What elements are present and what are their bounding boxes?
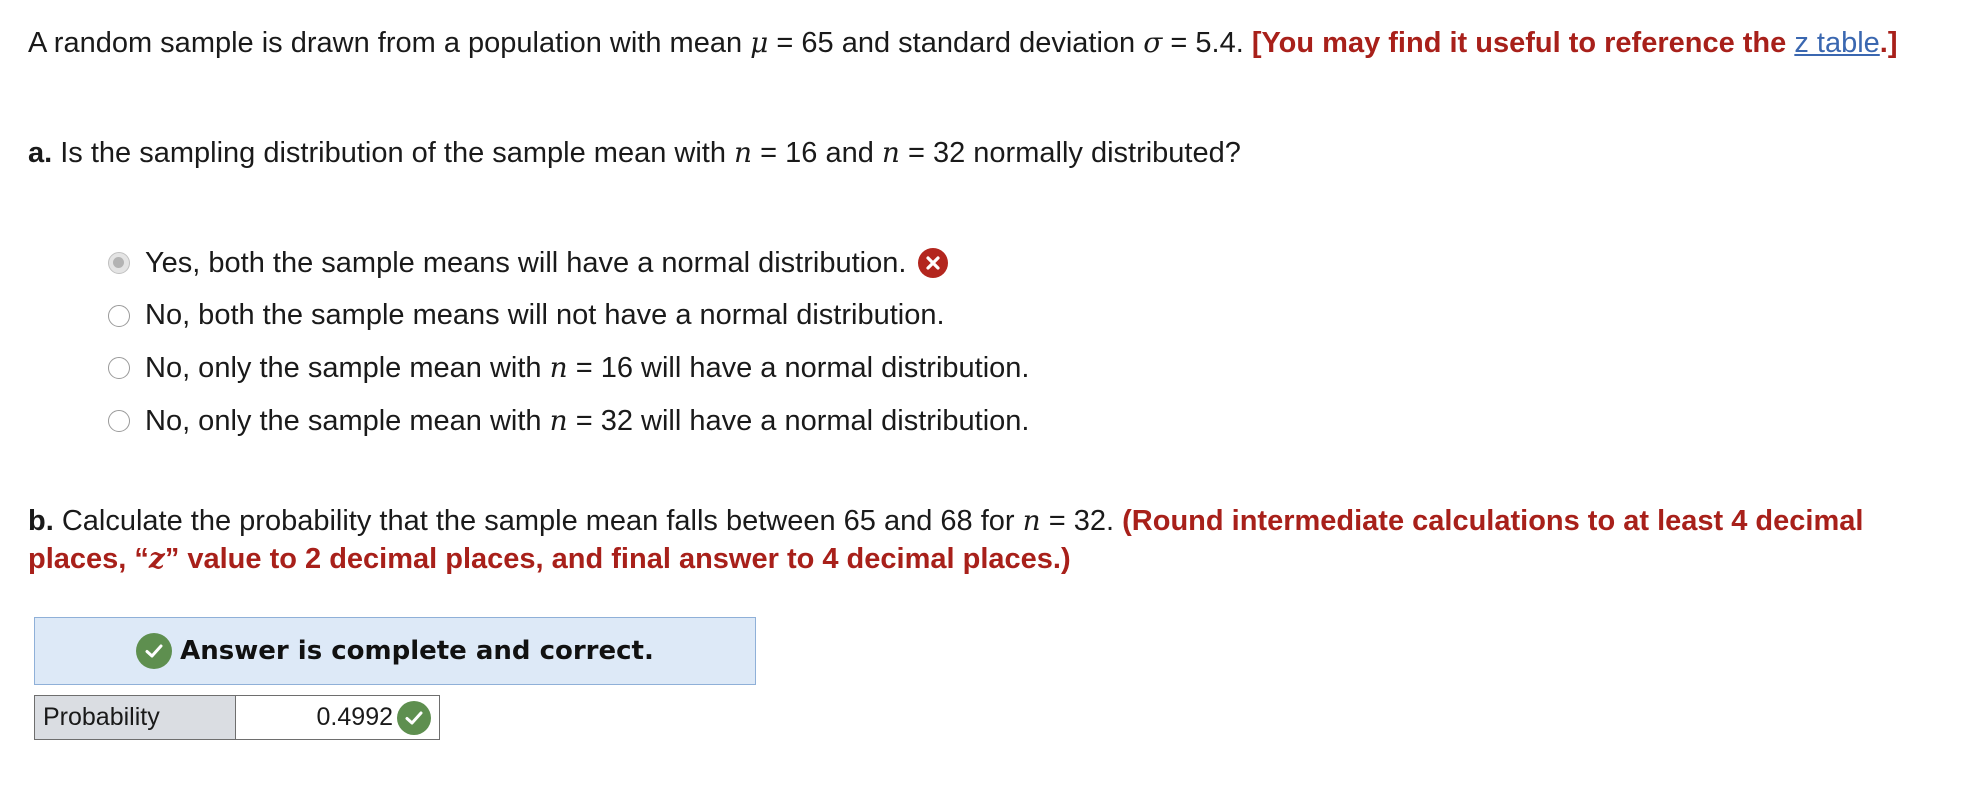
part-a-n2: = 32 normally distributed? (899, 137, 1241, 169)
part-a-text: Is the sampling distribution of the samp… (52, 137, 735, 169)
part-b-question: b. Calculate the probability that the sa… (28, 502, 1938, 578)
n-symbol: n (734, 136, 753, 169)
part-b-text: Calculate the probability that the sampl… (53, 505, 1023, 537)
probability-label: Probability (34, 695, 236, 740)
z-symbol: z (148, 542, 165, 575)
radio-button-selected[interactable] (108, 252, 130, 275)
part-b-label: b. (28, 505, 54, 537)
option-only-n32[interactable]: No, only the sample mean with n = 32 wil… (108, 395, 1208, 448)
check-circle-icon (397, 700, 431, 735)
option-only-n16[interactable]: No, only the sample mean with n = 16 wil… (108, 342, 1208, 395)
option-yes-both[interactable]: Yes, both the sample means will have a n… (108, 237, 1208, 290)
radio-button[interactable] (108, 409, 130, 432)
option-label: No, only the sample mean with n = 32 wil… (145, 403, 1030, 437)
hint-open: [You may find it useful to reference the (1251, 27, 1795, 59)
probability-value: 0.4992 (316, 703, 393, 731)
answer-table: Probability 0.4992 (34, 695, 440, 740)
n-symbol: n (549, 351, 568, 385)
option-label: No, only the sample mean with n = 16 wil… (145, 351, 1030, 385)
n-symbol: n (881, 136, 900, 169)
option-label: Yes, both the sample means will have a n… (145, 246, 907, 279)
probability-answer-cell[interactable]: 0.4992 (235, 695, 440, 740)
problem-statement: A random sample is drawn from a populati… (28, 24, 1938, 62)
hint-close: .] (1879, 27, 1898, 59)
part-b-n-value: = 32. (1040, 505, 1123, 537)
answer-status-text: Answer is complete and correct. (180, 636, 654, 666)
z-table-hint: [You may find it useful to reference the… (1252, 27, 1898, 59)
table-row: Probability 0.4992 (34, 695, 440, 740)
answer-status-banner: Answer is complete and correct. (34, 617, 756, 685)
n-symbol: n (549, 403, 568, 437)
option-no-both[interactable]: No, both the sample means will not have … (108, 290, 1208, 343)
option-label: No, both the sample means will not have … (145, 299, 945, 332)
mu-value: = 65 and standard deviation (768, 27, 1144, 59)
radio-button[interactable] (108, 304, 130, 327)
part-a-n1: = 16 and (752, 137, 882, 169)
z-table-link[interactable]: z table (1794, 27, 1879, 59)
intro-text: A random sample is drawn from a populati… (28, 27, 751, 59)
part-a-question: a. Is the sampling distribution of the s… (28, 134, 1938, 172)
x-circle-icon (918, 248, 949, 279)
n-symbol: n (1022, 504, 1041, 537)
check-circle-icon (136, 633, 173, 669)
sigma-symbol: σ (1143, 26, 1163, 59)
radio-button[interactable] (108, 357, 130, 380)
sigma-value: = 5.4. (1162, 27, 1252, 59)
part-a-options: Yes, both the sample means will have a n… (108, 237, 1208, 447)
part-a-label: a. (28, 137, 53, 169)
mu-symbol: μ (750, 26, 769, 59)
